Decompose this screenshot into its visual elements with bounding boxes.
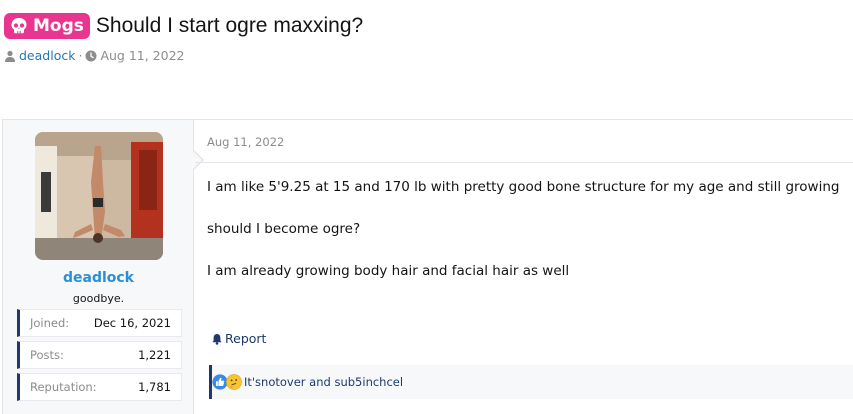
user-icon bbox=[5, 50, 15, 62]
stat-label: Reputation: bbox=[30, 380, 97, 394]
divider bbox=[195, 162, 853, 163]
post-body: I am like 5'9.25 at 15 and 170 lb with p… bbox=[207, 178, 849, 304]
user-stats: Joined: Dec 16, 2021 Posts: 1,221 Reputa… bbox=[17, 309, 182, 405]
stat-label: Joined: bbox=[30, 316, 70, 330]
prefix-badge[interactable]: Mogs bbox=[4, 13, 90, 39]
bell-icon bbox=[212, 333, 222, 345]
stat-reputation: Reputation: 1,781 bbox=[17, 373, 182, 401]
post-paragraph: should I become ogre? bbox=[207, 221, 361, 237]
post-date-link[interactable]: Aug 11, 2022 bbox=[207, 135, 284, 149]
thread-title: Should I start ogre maxxing? bbox=[95, 14, 364, 37]
username-link[interactable]: deadlock bbox=[3, 270, 194, 286]
reaction-users-link[interactable]: It'snotover and sub5inchcel bbox=[244, 375, 403, 389]
avatar[interactable] bbox=[35, 132, 163, 260]
meta-separator: · bbox=[78, 48, 83, 63]
stat-value: Dec 16, 2021 bbox=[93, 316, 171, 330]
thinking-icon bbox=[226, 374, 242, 390]
post-paragraph: I am already growing body hair and facia… bbox=[207, 263, 570, 279]
stat-posts: Posts: 1,221 bbox=[17, 341, 182, 369]
post: deadlock goodbye. Joined: Dec 16, 2021 P… bbox=[2, 119, 853, 414]
avatar-image bbox=[35, 132, 163, 260]
thread-author-link[interactable]: deadlock bbox=[19, 48, 75, 63]
thread-header: Mogs Should I start ogre maxxing? deadlo… bbox=[4, 10, 853, 63]
report-label: Report bbox=[225, 331, 267, 346]
reaction-icons bbox=[212, 374, 242, 390]
prefix-label: Mogs bbox=[33, 16, 84, 36]
stat-value[interactable]: 1,221 bbox=[138, 348, 171, 362]
clock-icon bbox=[85, 50, 97, 61]
thread-date-link[interactable]: Aug 11, 2022 bbox=[100, 48, 184, 63]
stat-label: Posts: bbox=[30, 348, 64, 362]
title-row: Mogs Should I start ogre maxxing? bbox=[4, 10, 853, 42]
thread-meta: deadlock · Aug 11, 2022 bbox=[4, 48, 853, 63]
user-title: goodbye. bbox=[72, 292, 125, 305]
post-main-cell: Aug 11, 2022 I am like 5'9.25 at 15 and … bbox=[195, 120, 853, 414]
skull-icon bbox=[11, 18, 27, 34]
post-paragraph: I am like 5'9.25 at 15 and 170 lb with p… bbox=[207, 179, 840, 195]
report-link[interactable]: Report bbox=[211, 331, 266, 346]
post-user-cell: deadlock goodbye. Joined: Dec 16, 2021 P… bbox=[3, 120, 194, 414]
reactions-bar[interactable]: It'snotover and sub5inchcel bbox=[209, 365, 853, 399]
stat-joined: Joined: Dec 16, 2021 bbox=[17, 309, 182, 337]
stat-value: 1,781 bbox=[138, 380, 171, 394]
